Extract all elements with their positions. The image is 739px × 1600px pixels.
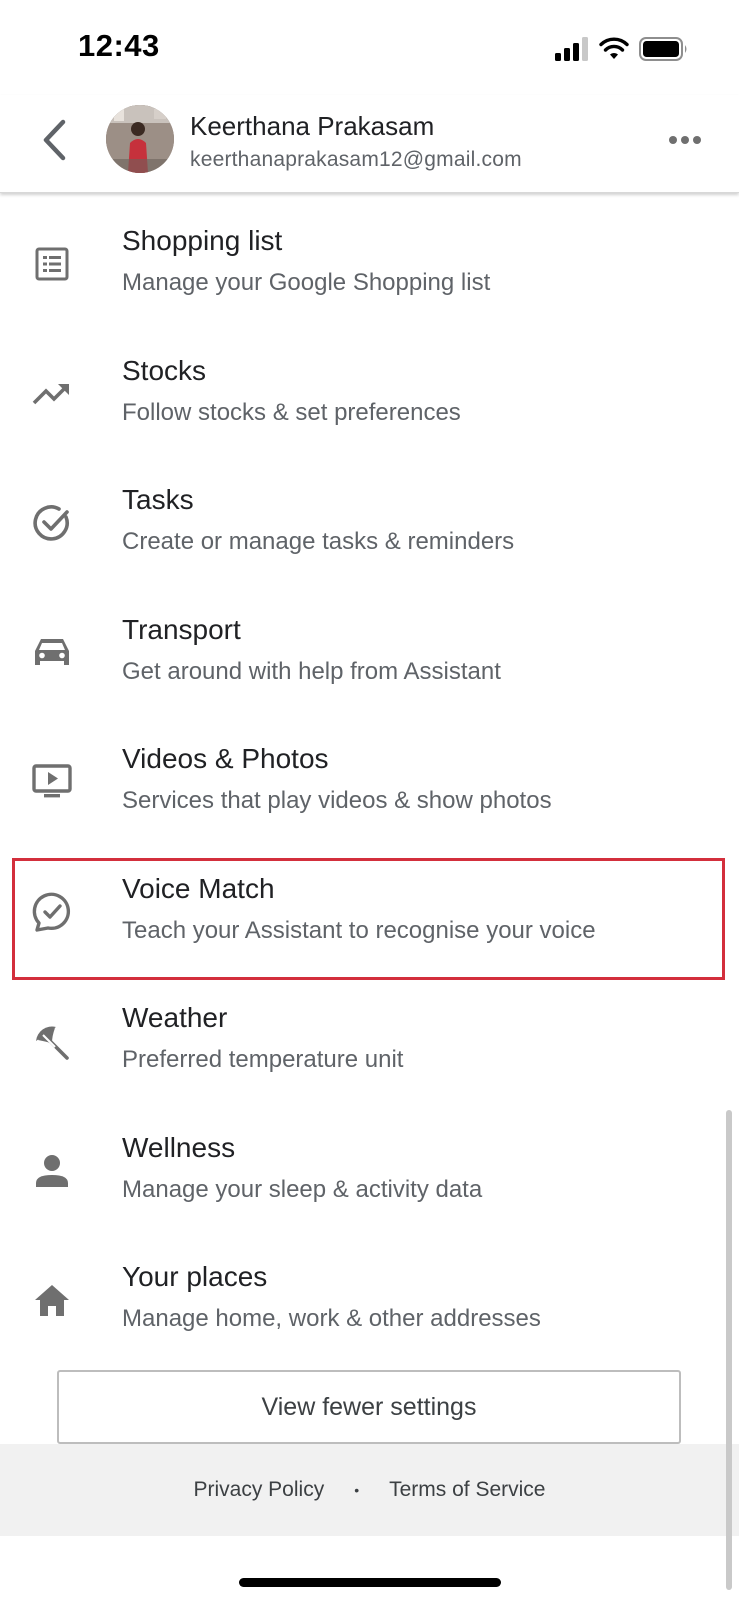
wifi-icon (599, 37, 629, 59)
beach-umbrella-icon (28, 1017, 76, 1065)
footer: Privacy Policy • Terms of Service (0, 1444, 739, 1536)
car-icon (28, 629, 76, 677)
setting-title: Tasks (122, 484, 194, 515)
setting-title: Wellness (122, 1131, 236, 1163)
home-indicator (239, 1578, 501, 1587)
account-email: keerthanaprakasam12@gmail.com (190, 148, 522, 171)
setting-subtitle: Manage your Google Shopping list (122, 269, 491, 296)
setting-item-wellness[interactable]: Wellness Manage your sleep & activity da… (0, 1100, 739, 1230)
setting-subtitle: Teach your Assistant to recognise your v… (122, 916, 596, 944)
terms-of-service-link[interactable]: Terms of Service (389, 1478, 545, 1502)
status-bar: 12:43 (0, 0, 739, 95)
avatar[interactable] (106, 105, 174, 173)
setting-item-transport[interactable]: Transport Get around with help from Assi… (0, 582, 739, 712)
setting-title: Your places (122, 1261, 268, 1292)
back-button[interactable] (34, 115, 74, 165)
check-circle-icon (28, 499, 76, 547)
tv-play-icon (28, 758, 76, 806)
person-icon (28, 1147, 76, 1195)
setting-subtitle: Manage your sleep & activity data (122, 1175, 483, 1203)
home-icon (28, 1276, 76, 1324)
status-time: 12:43 (78, 28, 160, 63)
setting-item-voice-match[interactable]: Voice Match Teach your Assistant to reco… (0, 841, 739, 971)
signal-icon (555, 37, 588, 61)
settings-list: Shopping list Manage your Google Shoppin… (0, 193, 739, 1359)
footer-separator: • (354, 1482, 360, 1498)
setting-subtitle: Get around with help from Assistant (122, 657, 501, 685)
setting-item-weather[interactable]: Weather Preferred temperature unit (0, 970, 739, 1100)
scrollbar[interactable] (726, 1110, 732, 1590)
voice-check-icon (28, 888, 76, 936)
setting-subtitle: Create or manage tasks & reminders (122, 528, 515, 555)
view-fewer-settings-button[interactable]: View fewer settings (57, 1370, 681, 1444)
setting-title: Shopping list (122, 225, 283, 256)
battery-icon (639, 37, 687, 61)
status-icons (555, 36, 689, 62)
account-header: Keerthana Prakasam keerthanaprakasam12@g… (0, 95, 739, 193)
profile-photo-icon (106, 105, 174, 173)
more-horizontal-icon (669, 136, 701, 144)
setting-title: Stocks (122, 354, 207, 386)
setting-item-tasks[interactable]: Tasks Create or manage tasks & reminders (0, 452, 739, 582)
setting-title: Transport (122, 613, 241, 645)
setting-item-stocks[interactable]: Stocks Follow stocks & set preferences (0, 323, 739, 453)
trending-up-icon (28, 370, 76, 418)
setting-title: Weather (122, 1002, 228, 1033)
list-icon (28, 240, 76, 288)
chevron-left-icon (43, 119, 66, 161)
setting-item-your-places[interactable]: Your places Manage home, work & other ad… (0, 1229, 739, 1359)
privacy-policy-link[interactable]: Privacy Policy (194, 1478, 325, 1502)
setting-title: Videos & Photos (122, 743, 329, 774)
setting-subtitle: Preferred temperature unit (122, 1046, 404, 1073)
more-options-button[interactable] (665, 125, 705, 155)
setting-subtitle: Follow stocks & set preferences (122, 398, 461, 426)
setting-subtitle: Manage home, work & other addresses (122, 1305, 541, 1332)
setting-title: Voice Match (122, 872, 275, 904)
account-name: Keerthana Prakasam (190, 111, 435, 141)
setting-subtitle: Services that play videos & show photos (122, 787, 552, 814)
setting-item-videos-photos[interactable]: Videos & Photos Services that play video… (0, 711, 739, 841)
setting-item-shopping-list[interactable]: Shopping list Manage your Google Shoppin… (0, 193, 739, 323)
